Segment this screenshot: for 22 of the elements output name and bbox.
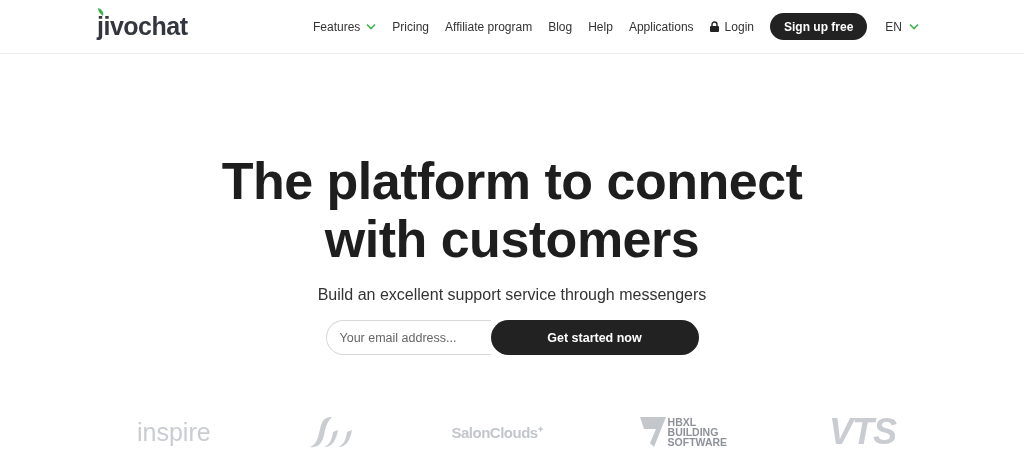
leaf-icon xyxy=(98,8,104,16)
email-field[interactable]: Your email address... xyxy=(325,320,491,355)
nav-link[interactable]: Blog xyxy=(548,19,573,34)
get-started-button[interactable]: Get started now xyxy=(490,320,699,355)
nav-link[interactable]: Applications xyxy=(628,19,694,34)
nav-link[interactable]: Pricing xyxy=(392,19,429,34)
lock-icon xyxy=(709,21,719,32)
client-logo: HBXL BUILDING SOFTWARE xyxy=(667,417,729,447)
client-logo-icon xyxy=(639,417,666,447)
client-logo-icon xyxy=(308,415,355,449)
language-selector[interactable]: EN xyxy=(885,19,919,34)
nav-link[interactable]: Help xyxy=(588,19,613,34)
chevron-down-icon xyxy=(909,23,919,30)
hero-subtitle: Build an excellent support service through messengers xyxy=(317,286,707,304)
signup-button[interactable]: Sign up free xyxy=(770,13,868,40)
chevron-down-icon xyxy=(366,23,377,30)
logo[interactable]: jivochat xyxy=(97,12,188,41)
nav-link[interactable]: Affiliate program xyxy=(445,19,533,34)
client-logo: SalonClouds⁺ xyxy=(451,423,543,442)
hero-title: The platform to connect with customers xyxy=(220,152,804,268)
nav-menu[interactable]: Features xyxy=(312,19,377,34)
login-link[interactable]: Login xyxy=(709,19,754,34)
